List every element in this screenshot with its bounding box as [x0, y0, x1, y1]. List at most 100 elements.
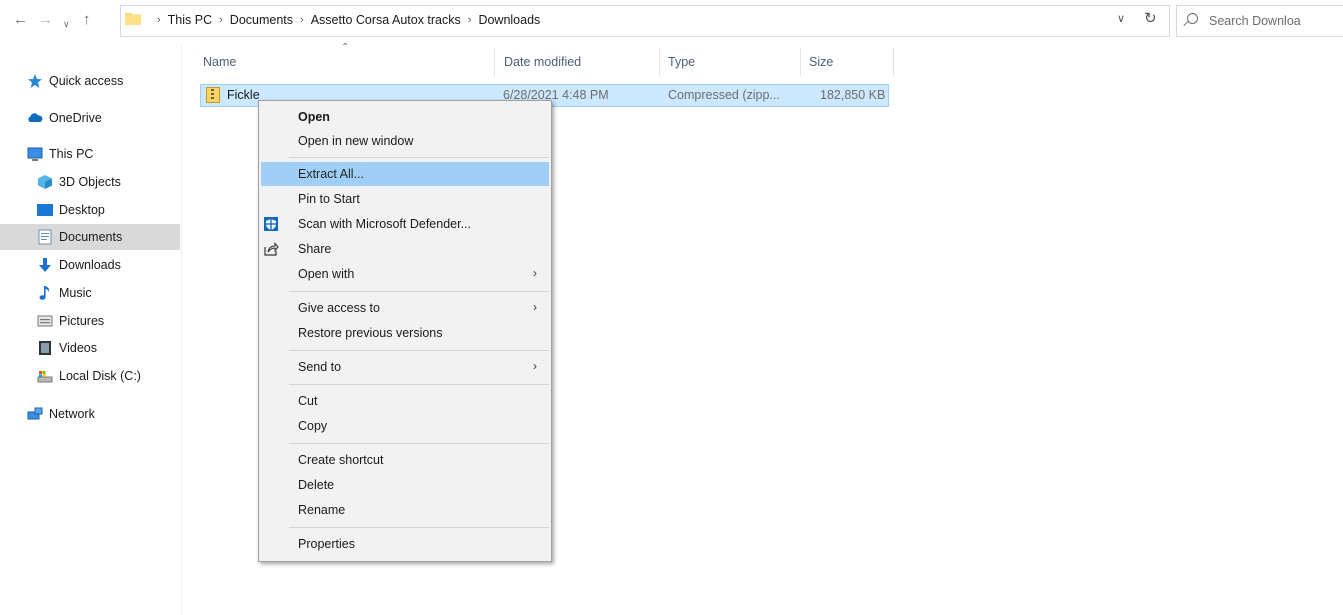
search-box[interactable]: Search Downloa: [1176, 5, 1343, 37]
nav-desktop[interactable]: Desktop: [0, 197, 217, 223]
nav-downloads[interactable]: Downloads: [0, 252, 217, 278]
disk-icon: [37, 371, 53, 383]
menu-label: Delete: [298, 478, 335, 492]
menu-separator: [289, 384, 549, 385]
nav-music[interactable]: Music: [0, 280, 217, 306]
breadcrumb-downloads[interactable]: Downloads: [478, 13, 540, 27]
menu-pin-to-start[interactable]: Pin to Start: [261, 187, 549, 211]
column-header-size[interactable]: Size: [809, 55, 833, 69]
download-icon: [39, 258, 51, 272]
file-name[interactable]: Fickle: [227, 88, 260, 102]
nav-3d-objects[interactable]: 3D Objects: [0, 169, 217, 195]
recent-locations-button[interactable]: ∨: [63, 14, 70, 34]
nav-label: This PC: [49, 147, 94, 161]
nav-label: OneDrive: [49, 111, 102, 125]
forward-button[interactable]: →: [38, 10, 53, 30]
column-divider[interactable]: [494, 48, 495, 76]
chevron-right-icon: ›: [533, 266, 537, 280]
menu-label: Give access to: [298, 301, 380, 315]
nav-videos[interactable]: Videos: [0, 335, 217, 361]
menu-label: Open in new window: [298, 134, 414, 148]
sort-ascending-icon: ⌃: [341, 42, 350, 53]
column-divider[interactable]: [659, 48, 660, 76]
chevron-right-icon: ›: [533, 359, 537, 373]
star-icon: [28, 74, 42, 88]
back-button[interactable]: ←: [13, 10, 28, 30]
menu-properties[interactable]: Properties: [261, 532, 549, 556]
nav-network[interactable]: Network: [0, 401, 207, 427]
chevron-right-icon: ›: [533, 300, 537, 314]
cube-icon: [38, 175, 52, 189]
menu-label: Create shortcut: [298, 453, 384, 467]
menu-label: Extract All...: [298, 167, 364, 181]
desktop-icon: [37, 204, 53, 216]
menu-restore-versions[interactable]: Restore previous versions: [261, 321, 549, 345]
network-icon: [27, 407, 43, 420]
cloud-icon: [28, 113, 43, 122]
pane-divider[interactable]: [181, 45, 182, 615]
menu-open[interactable]: Open: [261, 105, 549, 129]
column-header-date[interactable]: Date modified: [504, 55, 581, 69]
chevron-right-icon: ›: [467, 14, 472, 26]
menu-separator: [289, 443, 549, 444]
menu-open-new-window[interactable]: Open in new window: [261, 129, 549, 153]
share-icon: [264, 242, 279, 256]
menu-rename[interactable]: Rename: [261, 498, 549, 522]
menu-create-shortcut[interactable]: Create shortcut: [261, 448, 549, 472]
nav-pictures[interactable]: Pictures: [0, 308, 217, 334]
menu-label: Copy: [298, 419, 328, 433]
address-dropdown-button[interactable]: ∨: [1117, 12, 1125, 25]
menu-label: Rename: [298, 503, 346, 517]
menu-extract-all[interactable]: Extract All...: [261, 162, 549, 186]
music-icon: [39, 286, 50, 300]
defender-icon: [264, 217, 278, 231]
search-icon: [1187, 13, 1198, 24]
file-size: 182,850 KB: [820, 88, 886, 102]
computer-icon: [27, 147, 43, 161]
column-divider[interactable]: [893, 48, 894, 76]
menu-label: Pin to Start: [298, 192, 360, 206]
menu-label: Cut: [298, 394, 318, 408]
nav-this-pc[interactable]: This PC: [0, 141, 207, 167]
menu-cut[interactable]: Cut: [261, 389, 549, 413]
breadcrumb-assetto[interactable]: Assetto Corsa Autox tracks: [311, 13, 461, 27]
nav-local-disk[interactable]: Local Disk (C:): [0, 363, 217, 389]
menu-label: Restore previous versions: [298, 326, 443, 340]
menu-separator: [289, 350, 549, 351]
up-button[interactable]: ↑: [83, 10, 91, 30]
menu-send-to[interactable]: Send to ›: [261, 355, 549, 379]
column-divider[interactable]: [800, 48, 801, 76]
column-header-type[interactable]: Type: [668, 55, 695, 69]
menu-open-with[interactable]: Open with ›: [261, 262, 549, 286]
menu-delete[interactable]: Delete: [261, 473, 549, 497]
document-icon: [38, 229, 52, 245]
nav-label: Music: [59, 286, 92, 300]
chevron-right-icon: ›: [219, 14, 223, 26]
search-placeholder: Search Downloa: [1209, 14, 1301, 28]
nav-label: Videos: [59, 341, 97, 355]
menu-copy[interactable]: Copy: [261, 414, 549, 438]
breadcrumb-documents[interactable]: Documents: [230, 13, 293, 27]
chevron-right-icon: ›: [300, 14, 304, 26]
menu-scan-defender[interactable]: Scan with Microsoft Defender...: [261, 212, 549, 236]
video-icon: [39, 341, 51, 355]
menu-separator: [289, 157, 549, 158]
refresh-button[interactable]: ↻: [1144, 9, 1157, 27]
menu-label: Scan with Microsoft Defender...: [298, 217, 471, 231]
column-header-name[interactable]: Name: [203, 55, 236, 69]
nav-label: Pictures: [59, 314, 105, 328]
menu-share[interactable]: Share: [261, 237, 549, 261]
menu-label: Share: [298, 242, 332, 256]
nav-label: Quick access: [49, 74, 124, 88]
nav-onedrive[interactable]: OneDrive: [0, 105, 207, 131]
nav-documents[interactable]: Documents: [0, 224, 180, 250]
breadcrumb-this-pc[interactable]: This PC: [168, 13, 212, 27]
menu-give-access[interactable]: Give access to ›: [261, 296, 549, 320]
chevron-right-icon: ›: [157, 14, 161, 26]
navigation-pane: Quick access OneDrive This PC 3D Objects…: [0, 62, 180, 615]
nav-quick-access[interactable]: Quick access: [0, 68, 207, 94]
file-type: Compressed (zipp...: [668, 88, 780, 102]
nav-label: Downloads: [59, 258, 121, 272]
breadcrumb: › This PC › Documents › Assetto Corsa Au…: [150, 13, 540, 27]
nav-label: 3D Objects: [59, 175, 121, 189]
